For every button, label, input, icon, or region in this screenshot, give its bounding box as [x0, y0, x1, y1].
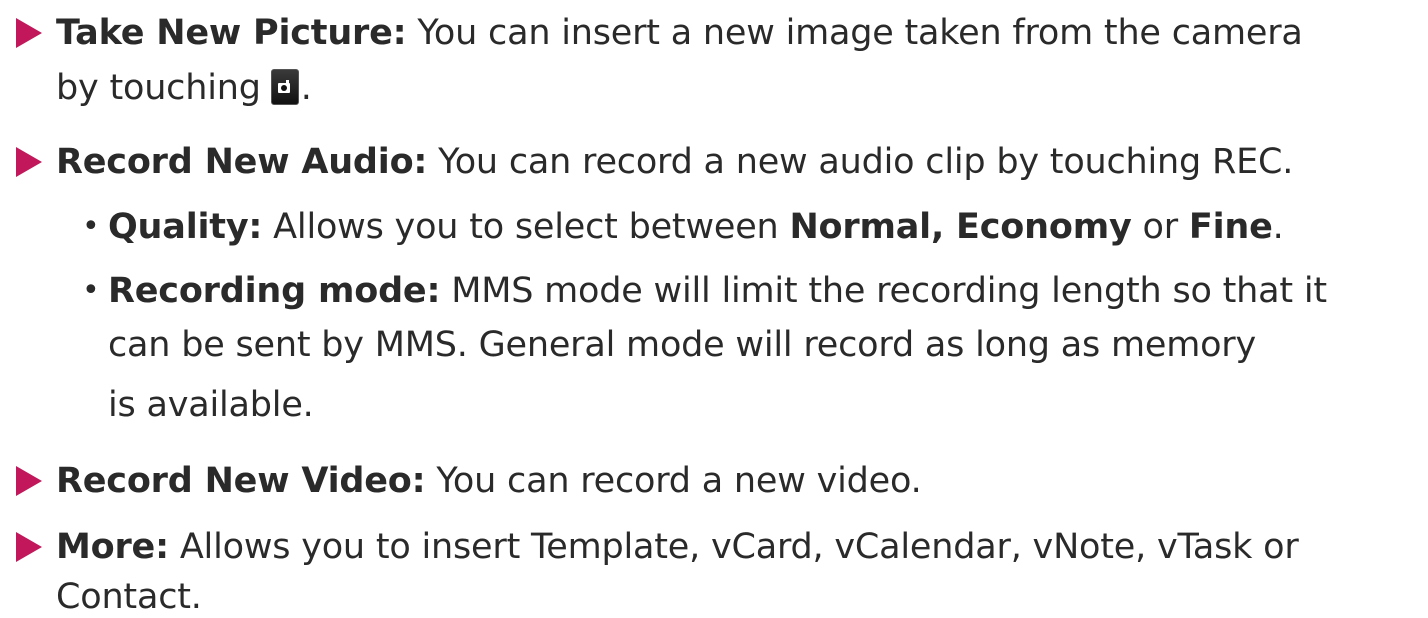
- take-picture-text-2: by touching: [56, 68, 261, 108]
- arrow-bullet-icon: [16, 532, 42, 562]
- recording-mode-title: Recording mode:: [108, 271, 441, 311]
- more-line-1: More: Allows you to insert Template, vCa…: [56, 526, 1299, 568]
- recording-mode-line-1: Recording mode: MMS mode will limit the …: [108, 270, 1327, 312]
- more-text-1: Allows you to insert Template, vCard, vC…: [179, 527, 1299, 567]
- recording-mode-text-1: MMS mode will limit the recording length…: [451, 271, 1327, 311]
- camera-icon: [270, 69, 299, 105]
- record-video-line: Record New Video: You can record a new v…: [56, 460, 922, 502]
- arrow-bullet-icon: [16, 18, 42, 48]
- recording-mode-text-2: can be sent by MMS. General mode will re…: [108, 325, 1257, 365]
- more-line-2: Contact.: [56, 576, 202, 618]
- quality-line: Quality: Allows you to select between No…: [108, 206, 1284, 248]
- more-title: More:: [56, 527, 169, 567]
- take-picture-line-2: by touching.: [56, 67, 312, 109]
- record-video-text: You can record a new video.: [436, 461, 922, 501]
- quality-title: Quality:: [108, 207, 263, 247]
- take-picture-text: You can insert a new image taken from th…: [417, 13, 1303, 53]
- quality-or: or: [1142, 207, 1179, 247]
- recording-mode-bullet: •: [82, 273, 100, 308]
- quality-option-normal-economy: Normal, Economy: [789, 207, 1132, 247]
- take-picture-period: .: [300, 68, 312, 108]
- record-audio-text: You can record a new audio clip by touch…: [438, 142, 1294, 182]
- arrow-bullet-icon: [16, 466, 42, 496]
- arrow-bullet-icon: [16, 147, 42, 177]
- recording-mode-text-3: is available.: [108, 385, 314, 425]
- quality-text: Allows you to select between: [273, 207, 779, 247]
- document-page: Take New Picture: You can insert a new i…: [0, 0, 1428, 618]
- quality-end: .: [1272, 207, 1284, 247]
- recording-mode-line-2: can be sent by MMS. General mode will re…: [108, 324, 1256, 366]
- record-video-title: Record New Video:: [56, 461, 426, 501]
- take-picture-title: Take New Picture:: [56, 13, 407, 53]
- record-audio-line: Record New Audio: You can record a new a…: [56, 141, 1293, 183]
- take-picture-line-1: Take New Picture: You can insert a new i…: [56, 12, 1303, 54]
- quality-bullet: •: [82, 209, 100, 244]
- more-text-2: Contact.: [56, 577, 202, 617]
- recording-mode-line-3: is available.: [108, 384, 314, 426]
- quality-option-fine: Fine: [1188, 207, 1273, 247]
- record-audio-title: Record New Audio:: [56, 142, 428, 182]
